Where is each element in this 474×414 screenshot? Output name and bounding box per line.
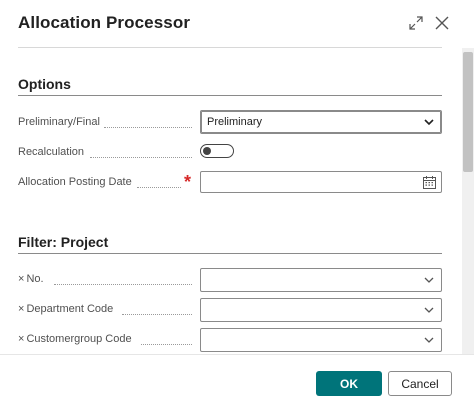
filter-no-label: × No. <box>18 273 44 285</box>
options-group-title: Options <box>18 76 71 92</box>
close-button[interactable] <box>430 11 454 35</box>
calendar-icon[interactable] <box>423 176 436 189</box>
recalculation-label-text: Recalculation <box>18 146 85 158</box>
dialog-content: Options Preliminary/Final Preliminary Re… <box>0 48 462 354</box>
toggle-knob <box>203 147 211 155</box>
recalculation-label: Recalculation <box>18 146 84 158</box>
filter-department-label-text: Department Code <box>26 303 114 315</box>
filter-customergroup-select[interactable] <box>200 328 442 352</box>
dot-leader <box>90 157 192 158</box>
dialog-header: Allocation Processor <box>0 0 474 48</box>
scrollbar-thumb[interactable] <box>463 52 473 172</box>
filter-department-label: × Department Code <box>18 303 113 315</box>
posting-date-input[interactable] <box>200 171 442 193</box>
dot-leader <box>122 314 192 315</box>
preliminary-final-value: Preliminary <box>207 116 263 128</box>
chevron-down-icon <box>424 119 434 126</box>
remove-filter-no-button[interactable]: × <box>18 273 24 285</box>
remove-filter-department-button[interactable]: × <box>18 303 24 315</box>
dot-leader <box>141 344 192 345</box>
filter-no-select[interactable] <box>200 268 442 292</box>
filter-customergroup-label-text: Customergroup Code <box>26 333 132 345</box>
expand-icon <box>409 16 423 30</box>
recalculation-toggle[interactable] <box>200 144 234 158</box>
chevron-down-icon <box>424 337 434 343</box>
posting-date-label-text: Allocation Posting Date <box>18 176 132 188</box>
chevron-down-icon <box>424 277 434 283</box>
preliminary-final-label: Preliminary/Final <box>18 116 100 128</box>
remove-filter-customergroup-button[interactable]: × <box>18 333 24 345</box>
dot-leader <box>54 284 192 285</box>
options-group-divider <box>18 95 442 96</box>
preliminary-final-label-text: Preliminary/Final <box>18 116 100 128</box>
filter-group-title: Filter: Project <box>18 234 109 250</box>
dialog-title: Allocation Processor <box>18 13 191 32</box>
close-icon <box>435 16 449 30</box>
filter-group-divider <box>18 253 442 254</box>
cancel-button[interactable]: Cancel <box>388 371 452 396</box>
filter-customergroup-label: × Customergroup Code <box>18 333 132 345</box>
dot-leader <box>137 187 181 188</box>
ok-button[interactable]: OK <box>316 371 382 396</box>
filter-department-select[interactable] <box>200 298 442 322</box>
dot-leader <box>104 127 192 128</box>
preliminary-final-select[interactable]: Preliminary <box>200 110 442 134</box>
chevron-down-icon <box>424 307 434 313</box>
filter-no-label-text: No. <box>26 273 44 285</box>
allocation-processor-dialog: Allocation Processor Options Preliminary… <box>0 0 474 414</box>
footer-divider <box>0 354 474 355</box>
expand-button[interactable] <box>404 11 428 35</box>
required-indicator: * <box>184 172 192 192</box>
posting-date-label: Allocation Posting Date <box>18 176 132 188</box>
